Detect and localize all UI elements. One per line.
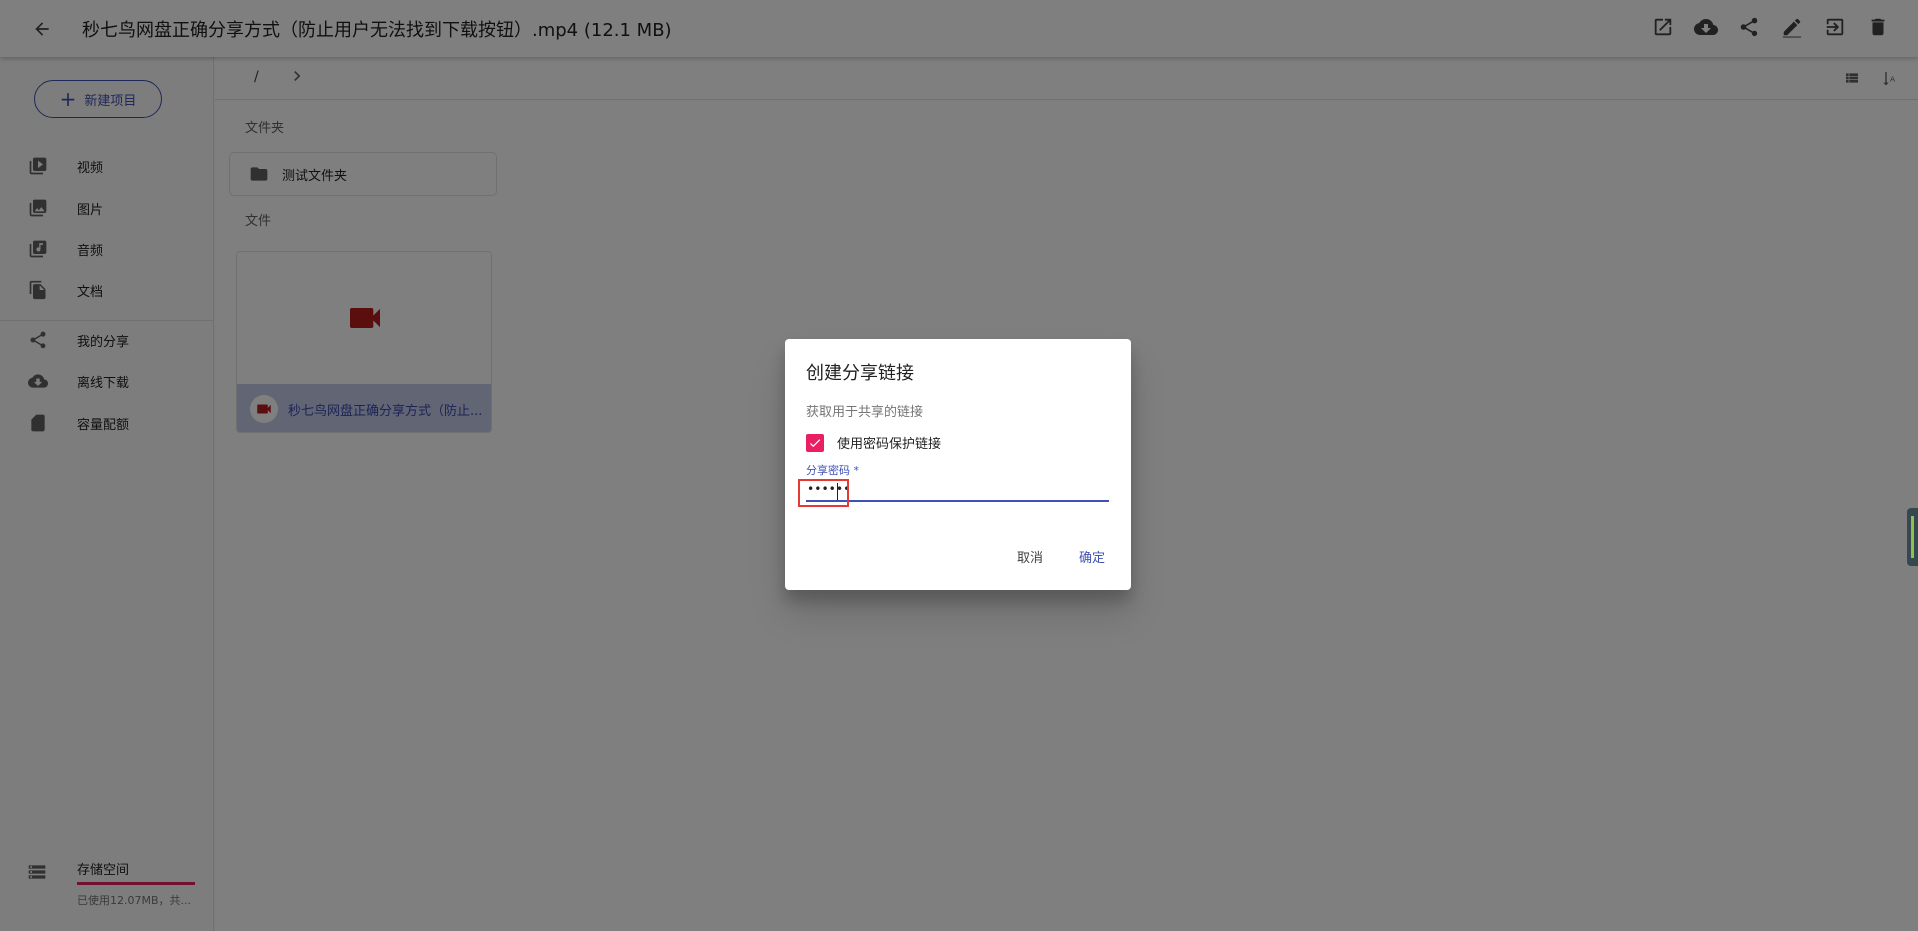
side-widget-handle[interactable] [1907,508,1918,566]
text-cursor [837,483,838,500]
side-widget-stripe [1911,516,1914,558]
cancel-button[interactable]: 取消 [1009,543,1051,570]
share-password-input[interactable] [806,478,1109,502]
create-share-link-dialog: 创建分享链接 获取用于共享的链接 使用密码保护链接 分享密码 * 取消 确定 [785,339,1131,590]
password-protect-checkbox[interactable] [806,433,824,452]
password-protect-label: 使用密码保护链接 [837,437,942,452]
check-icon [809,438,821,447]
password-protect-option[interactable]: 使用密码保护链接 [806,433,941,452]
dialog-title: 创建分享链接 [806,363,914,384]
dialog-actions: 取消 确定 [1009,543,1113,570]
confirm-button[interactable]: 确定 [1071,543,1113,570]
share-password-label: 分享密码 * [806,464,859,477]
dialog-description: 获取用于共享的链接 [806,405,924,420]
